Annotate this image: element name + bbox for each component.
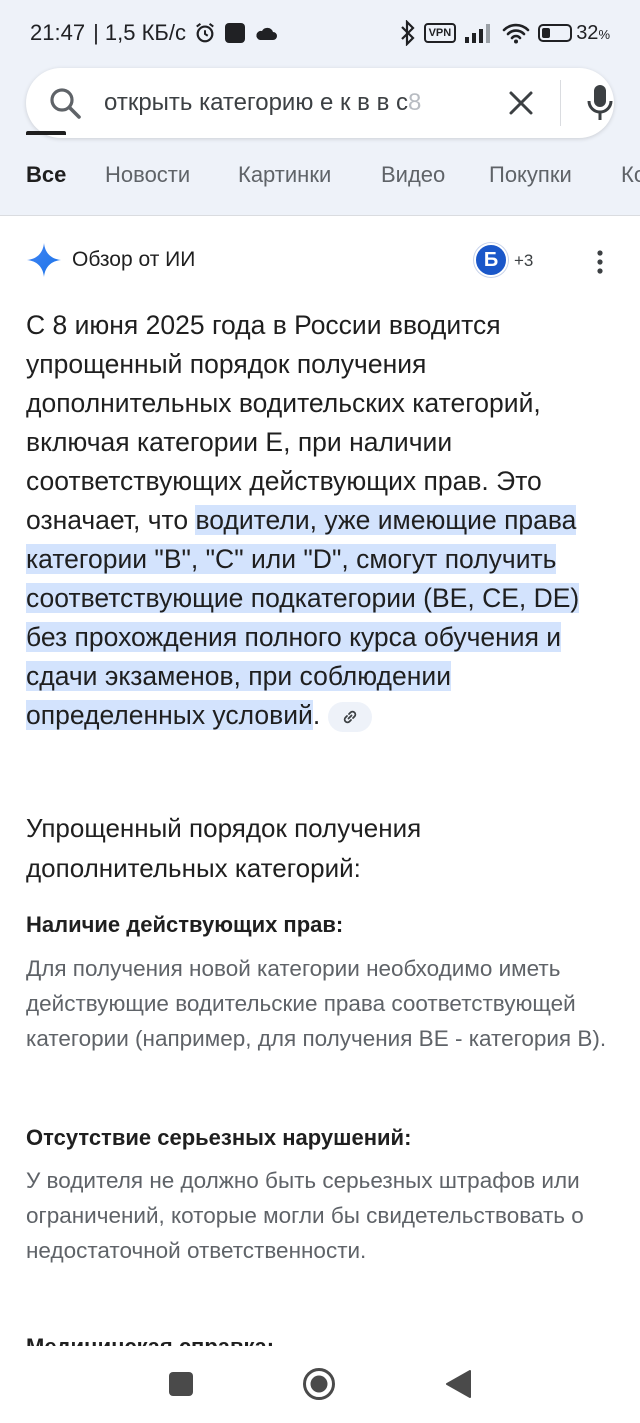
search-input[interactable]: открыть категорию е к в в с 8 [104,68,484,138]
battery-icon [538,24,573,42]
tab-shopping[interactable]: Покупки [489,158,572,216]
source-logo[interactable]: Б [474,243,508,277]
status-right: VPN 32% [400,20,610,46]
ai-sparkle-icon [27,243,61,277]
close-icon[interactable] [508,90,534,116]
item-heading-medical-cut: Медицинская справка: [26,1332,616,1346]
paragraph-intro: С 8 июня 2025 года в России вводится упр… [26,310,542,535]
tab-images[interactable]: Картинки [238,158,331,216]
more-vert-icon[interactable] [590,246,610,278]
search-query-overflow: 8 [408,89,422,116]
highlighted-answer[interactable]: водители, уже имеющие права категории "B… [26,505,580,730]
wifi-icon [502,22,530,44]
system-nav-bar [0,1346,640,1423]
source-link-chip[interactable] [328,702,373,732]
active-tab-indicator [26,131,66,135]
ai-overview-header: Обзор от ИИ Б +3 [26,242,616,282]
search-icon[interactable] [48,86,82,120]
alarm-icon [194,22,216,44]
mic-icon[interactable] [586,84,614,122]
status-bar: 21:47 | 1,5 КБ/с VPN 32% [0,0,640,66]
battery-indicator: 32% [538,22,610,45]
tab-more-cut[interactable]: Ко [621,158,640,216]
source-count[interactable]: +3 [514,251,533,271]
battery-unit: % [598,26,610,42]
home-button[interactable] [302,1367,336,1401]
item-text-no-violations: У водителя не должно быть серьезных штра… [26,1168,584,1263]
search-header: открыть категорию е к в в с 8 Все Новост… [0,66,640,216]
item-text-valid-license: Для получения новой категории необходимо… [26,956,607,1051]
battery-fill [542,28,551,38]
tab-videos[interactable]: Видео [381,158,445,216]
section-title: Упрощенный порядок получения дополнитель… [26,813,422,883]
app-notification-icon [224,22,246,44]
link-icon [343,710,357,724]
ai-overview-paragraph: С 8 июня 2025 года в России вводится упр… [26,306,616,735]
item-heading-valid-license: Наличие действующих прав: [26,912,344,937]
battery-percent: 32 [576,21,599,44]
tab-news[interactable]: Новости [105,158,190,216]
search-tabs: Все Новости Картинки Видео Покупки Ко [0,158,640,216]
search-box[interactable]: открыть категорию е к в в с 8 [26,68,614,138]
ai-overview-title: Обзор от ИИ [72,248,196,271]
status-time: 21:47 [30,20,86,45]
search-divider [560,80,561,126]
search-query: открыть категорию е к в в с [104,89,409,116]
header-divider [0,215,640,216]
recents-button[interactable] [169,1372,193,1396]
tab-all[interactable]: Все [26,158,66,216]
bluetooth-icon [400,20,416,46]
item-heading-no-violations: Отсутствие серьезных нарушений: [26,1125,412,1150]
cloud-icon [254,24,278,42]
back-button[interactable] [444,1369,472,1399]
signal-icon [464,23,494,43]
status-left: 21:47 | 1,5 КБ/с [30,20,278,46]
status-speed: | 1,5 КБ/с [93,20,186,45]
vpn-icon: VPN [423,23,457,43]
paragraph-end: . [312,700,321,730]
